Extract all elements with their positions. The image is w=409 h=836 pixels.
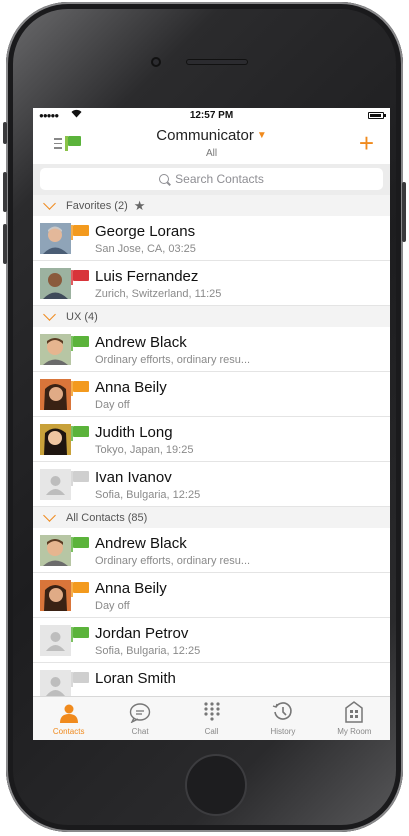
search-placeholder: Search Contacts: [175, 172, 264, 186]
chevron-down-icon: [43, 196, 56, 210]
mute-switch: [3, 122, 7, 144]
avatar: [40, 379, 71, 410]
tab-label: Call: [204, 727, 219, 736]
page-subtitle: All: [205, 148, 218, 159]
contact-row[interactable]: George Lorans San Jose, CA, 03:25: [33, 216, 390, 261]
avatar: [40, 334, 71, 365]
contact-detail: Day off: [95, 600, 130, 612]
contact-name: Ivan Ivanov: [95, 469, 172, 486]
presence-flag-icon: [71, 582, 89, 597]
contact-name: Andrew Black: [95, 334, 187, 351]
dropdown-caret-icon: ▼: [256, 130, 267, 141]
app-screen: ●●●●● 12:57 PM Communicator ▼ All + Searc…: [33, 108, 390, 740]
section-label: All Contacts (85): [66, 511, 148, 524]
avatar-placeholder-icon: [40, 469, 71, 500]
contact-row[interactable]: Andrew Black Ordinary efforts, ordinary …: [33, 327, 390, 372]
contact-name: Luis Fernandez: [95, 268, 199, 285]
section-label: Favorites (2): [66, 199, 128, 212]
tab-call[interactable]: Call: [176, 697, 247, 740]
contact-detail: Ordinary efforts, ordinary resu...: [95, 354, 251, 366]
contact-name: Jordan Petrov: [95, 625, 189, 642]
contact-row[interactable]: Luis Fernandez Zurich, Switzerland, 11:2…: [33, 261, 390, 306]
section-label: UX (4): [66, 310, 98, 323]
clock-history-icon: [247, 697, 318, 723]
avatar: [40, 223, 71, 254]
contact-row[interactable]: Judith Long Tokyo, Japan, 19:25: [33, 417, 390, 462]
presence-flag-icon: [71, 381, 89, 396]
contact-name: George Lorans: [95, 223, 196, 240]
power-button: [402, 182, 406, 242]
contact-detail: San Jose, CA, 03:25: [95, 243, 196, 255]
presence-flag-icon: [71, 426, 89, 441]
search-input[interactable]: Search Contacts: [40, 168, 383, 190]
earpiece-speaker: [186, 59, 248, 65]
tab-chat[interactable]: Chat: [104, 697, 175, 740]
contact-detail: Sofia, Bulgaria, 12:25: [95, 489, 201, 501]
avatar: [40, 268, 71, 299]
person-icon: [33, 697, 104, 723]
room-icon: [319, 697, 390, 723]
presence-flag-icon: [71, 537, 89, 552]
presence-flag-icon: [71, 471, 89, 486]
tab-label: My Room: [337, 727, 372, 736]
search-icon: [159, 174, 170, 184]
front-camera: [151, 57, 161, 67]
chevron-down-icon: [43, 307, 56, 321]
add-contact-button[interactable]: +: [359, 130, 374, 156]
tab-contacts[interactable]: Contacts: [33, 697, 104, 740]
contact-detail: Day off: [95, 399, 130, 411]
contact-name: Anna Beily: [95, 580, 167, 597]
dialpad-icon: [176, 697, 247, 723]
tab-history[interactable]: History: [247, 697, 318, 740]
volume-up-button: [3, 172, 7, 212]
presence-flag-icon: [71, 225, 89, 240]
battery-icon: [368, 112, 386, 119]
chevron-down-icon: [43, 508, 56, 522]
navigation-bar: Communicator ▼ All +: [33, 124, 390, 164]
presence-flag-icon: [71, 336, 89, 351]
contact-row[interactable]: Anna Beily Day off: [33, 372, 390, 417]
avatar: [40, 580, 71, 611]
page-title[interactable]: Communicator ▼: [33, 127, 390, 144]
status-time: 12:57 PM: [189, 110, 234, 121]
page-title-text: Communicator: [156, 127, 254, 144]
presence-flag-icon: [71, 627, 89, 642]
status-bar: ●●●●● 12:57 PM: [33, 108, 390, 124]
avatar-placeholder-icon: [40, 625, 71, 656]
tab-label: Contacts: [52, 727, 85, 736]
volume-down-button: [3, 224, 7, 264]
tab-label: Chat: [131, 727, 149, 736]
contact-name: Loran Smith: [95, 670, 176, 687]
section-header-ux[interactable]: UX (4): [33, 306, 390, 327]
tab-my-room[interactable]: My Room: [319, 697, 390, 740]
contact-name: Andrew Black: [95, 535, 187, 552]
home-button[interactable]: [185, 754, 247, 816]
search-bar: Search Contacts: [33, 164, 390, 195]
chat-bubble-icon: [104, 697, 175, 723]
star-icon: ★: [133, 197, 146, 213]
contact-row[interactable]: Jordan Petrov Sofia, Bulgaria, 12:25: [33, 618, 390, 663]
contact-name: Anna Beily: [95, 379, 167, 396]
contact-detail: Ordinary efforts, ordinary resu...: [95, 555, 251, 567]
tab-label: History: [270, 727, 296, 736]
presence-flag-icon: [71, 672, 89, 687]
contact-row[interactable]: Andrew Black Ordinary efforts, ordinary …: [33, 528, 390, 573]
presence-flag-icon: [71, 270, 89, 285]
contact-detail: Zurich, Switzerland, 11:25: [95, 288, 222, 300]
section-header-all-contacts[interactable]: All Contacts (85): [33, 507, 390, 528]
contact-row[interactable]: Anna Beily Day off: [33, 573, 390, 618]
tab-bar: Contacts Chat Call History My Room: [33, 696, 390, 740]
contact-detail: Tokyo, Japan, 19:25: [95, 444, 194, 456]
avatar: [40, 535, 71, 566]
avatar: [40, 424, 71, 455]
contact-name: Judith Long: [95, 424, 173, 441]
contact-detail: Sofia, Bulgaria, 12:25: [95, 645, 201, 657]
contact-row[interactable]: Ivan Ivanov Sofia, Bulgaria, 12:25: [33, 462, 390, 507]
section-header-favorites[interactable]: Favorites (2) ★: [33, 195, 390, 216]
